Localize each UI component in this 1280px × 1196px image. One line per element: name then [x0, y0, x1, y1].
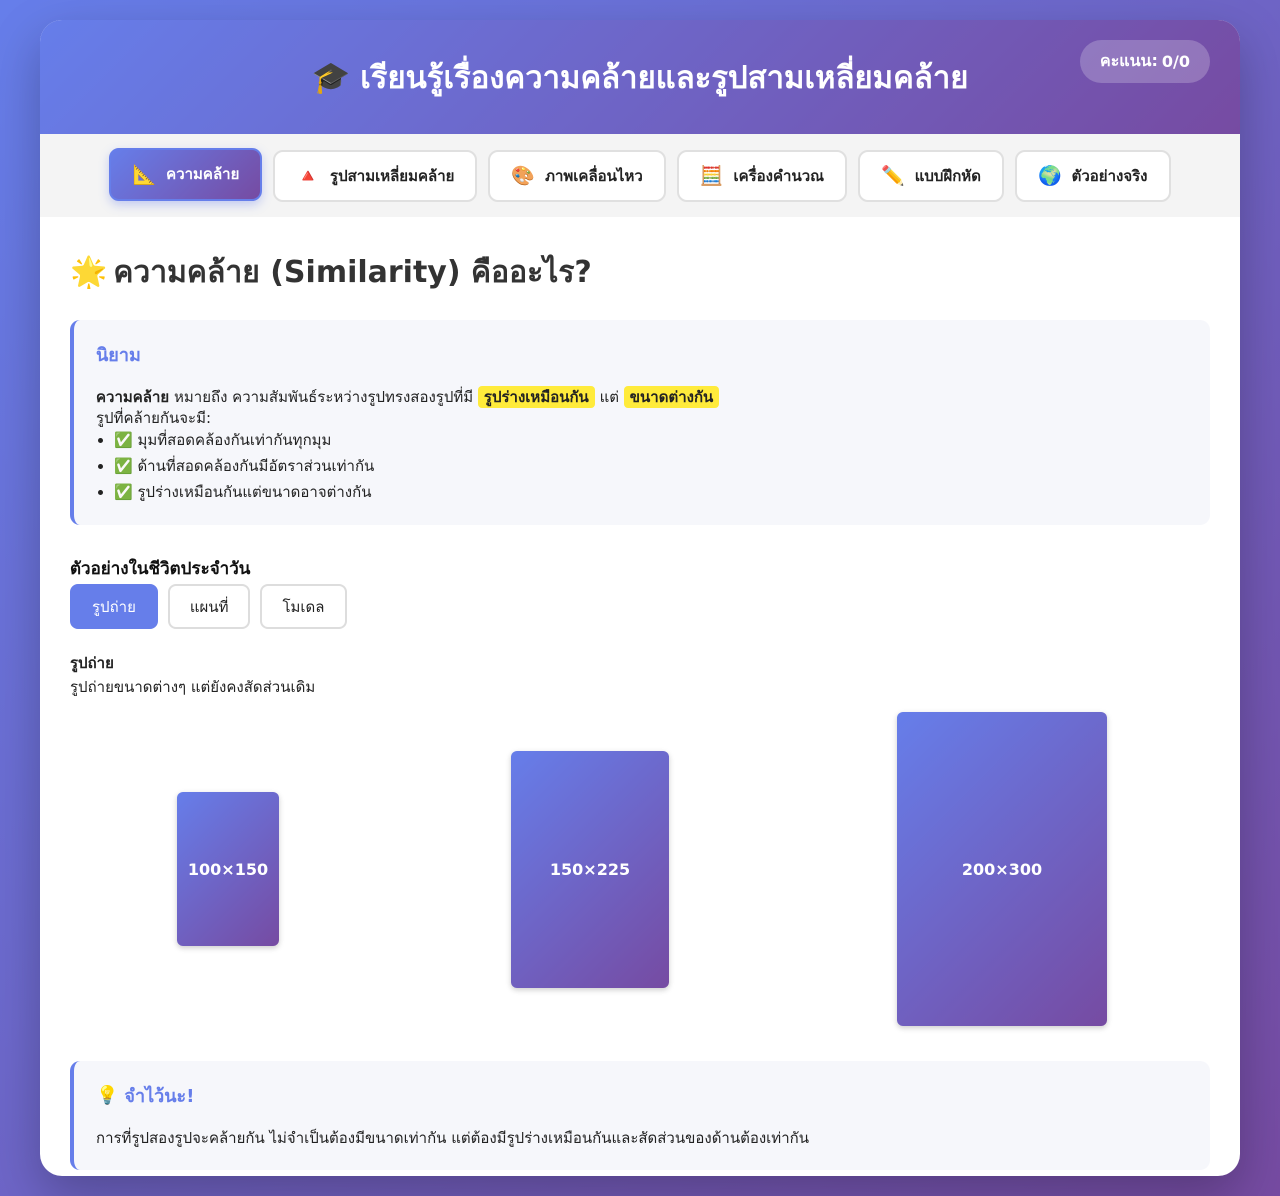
definition-text-2: แต่	[599, 388, 620, 406]
pencil-icon: ✏️	[881, 165, 905, 187]
main-tabs: 📐 ความคล้าย 🔺 รูปสามเหลี่ยมคล้าย 🎨 ภาพเค…	[40, 134, 1240, 217]
star-icon: 🌟	[70, 255, 108, 290]
tab-label: ภาพเคลื่อนไหว	[545, 166, 643, 185]
property-list: ✅ มุมที่สอดคล้องกันเท่ากันทุกมุม ✅ ด้านท…	[94, 427, 1188, 505]
section-title-text: ความคล้าย (Similarity) คืออะไร?	[113, 255, 592, 290]
graduation-cap-icon: 🎓	[311, 59, 351, 96]
tab-animation[interactable]: 🎨 ภาพเคลื่อนไหว	[488, 149, 666, 202]
tab-exercises[interactable]: ✏️ แบบฝึกหัด	[858, 149, 1004, 202]
tab-calculator[interactable]: 🧮 เครื่องคำนวณ	[676, 149, 848, 202]
photo-rect-small: 100×150	[177, 792, 279, 946]
tab-label: รูปสามเหลี่ยมคล้าย	[330, 166, 455, 185]
photo-rect-medium: 150×225	[511, 751, 669, 988]
page-title: 🎓 เรียนรู้เรื่องความคล้ายและรูปสามเหลี่ย…	[312, 52, 969, 102]
tab-similar-triangles[interactable]: 🔺 รูปสามเหลี่ยมคล้าย	[273, 149, 478, 202]
tip-title-text: จำไว้นะ!	[124, 1086, 195, 1107]
list-item: ✅ รูปร่างเหมือนกันแต่ขนาดอาจต่างกัน	[114, 479, 1188, 505]
example-stage: 100×150 150×225 200×300	[70, 699, 1210, 1049]
example-tab-photo[interactable]: รูปถ่าย	[70, 584, 158, 629]
tab-label: ความคล้าย	[166, 165, 240, 183]
example-tab-map[interactable]: แผนที่	[167, 584, 251, 629]
tab-label: แบบฝึกหัด	[914, 166, 981, 185]
globe-icon: 🌍	[1037, 165, 1062, 187]
red-triangle-icon: 🔺	[296, 165, 321, 187]
definition-text-1: หมายถึง ความสัมพันธ์ระหว่างรูปทรงสองรูปท…	[174, 388, 474, 406]
main-content: 🌟 ความคล้าย (Similarity) คืออะไร? นิยาม …	[40, 249, 1240, 1170]
definition-box: นิยาม ความคล้าย หมายถึง ความสัมพันธ์ระหว…	[70, 320, 1210, 525]
tip-title: 💡 จำไว้นะ!	[96, 1081, 1188, 1110]
page-title-text: เรียนรู้เรื่องความคล้ายและรูปสามเหลี่ยมค…	[360, 60, 969, 96]
definition-term: ความคล้าย	[96, 388, 170, 406]
abacus-icon: 🧮	[699, 165, 724, 187]
examples-title: ตัวอย่างในชีวิตประจำวัน	[70, 559, 251, 579]
list-item: ✅ ด้านที่สอดคล้องกันมีอัตราส่วนเท่ากัน	[114, 453, 1188, 479]
example-tab-model[interactable]: โมเดล	[260, 584, 347, 629]
photo-rect-large: 200×300	[897, 712, 1107, 1026]
palette-icon: 🎨	[511, 165, 536, 187]
set-square-icon: 📐	[132, 163, 157, 186]
score-label: คะแนน:	[1100, 51, 1158, 70]
example-tabs: รูปถ่าย แผนที่ โมเดล	[70, 584, 1210, 629]
definition-title: นิยาม	[96, 345, 141, 366]
tab-similarity[interactable]: 📐 ความคล้าย	[109, 147, 263, 201]
header: 🎓 เรียนรู้เรื่องความคล้ายและรูปสามเหลี่ย…	[40, 20, 1240, 134]
section-title: 🌟 ความคล้าย (Similarity) คืออะไร?	[70, 249, 1210, 296]
score-badge: คะแนน: 0/0	[1080, 40, 1210, 83]
highlight-different-size: ขนาดต่างกัน	[623, 386, 720, 408]
tab-real-examples[interactable]: 🌍 ตัวอย่างจริง	[1014, 149, 1171, 202]
list-item: ✅ มุมที่สอดคล้องกันเท่ากันทุกมุม	[114, 427, 1188, 453]
score-value: 0/0	[1161, 52, 1190, 71]
tab-label: ตัวอย่างจริง	[1071, 166, 1148, 185]
tip-box: 💡 จำไว้นะ! การที่รูปสองรูปจะคล้ายกัน ไม่…	[70, 1061, 1210, 1170]
definition-intro: รูปที่คล้ายกันจะมี:	[96, 409, 212, 427]
example-name: รูปถ่าย	[70, 654, 114, 672]
app-window: 🎓 เรียนรู้เรื่องความคล้ายและรูปสามเหลี่ย…	[40, 20, 1240, 1176]
lightbulb-icon: 💡	[96, 1085, 119, 1106]
example-description: รูปถ่ายขนาดต่างๆ แต่ยังคงสัดส่วนเดิม	[70, 678, 316, 696]
tab-label: เครื่องคำนวณ	[733, 166, 825, 185]
highlight-same-shape: รูปร่างเหมือนกัน	[477, 386, 595, 408]
tip-text: การที่รูปสองรูปจะคล้ายกัน ไม่จำเป็นต้องม…	[96, 1129, 809, 1147]
definition-text: ความคล้าย หมายถึง ความสัมพันธ์ระหว่างรูป…	[96, 385, 1188, 409]
